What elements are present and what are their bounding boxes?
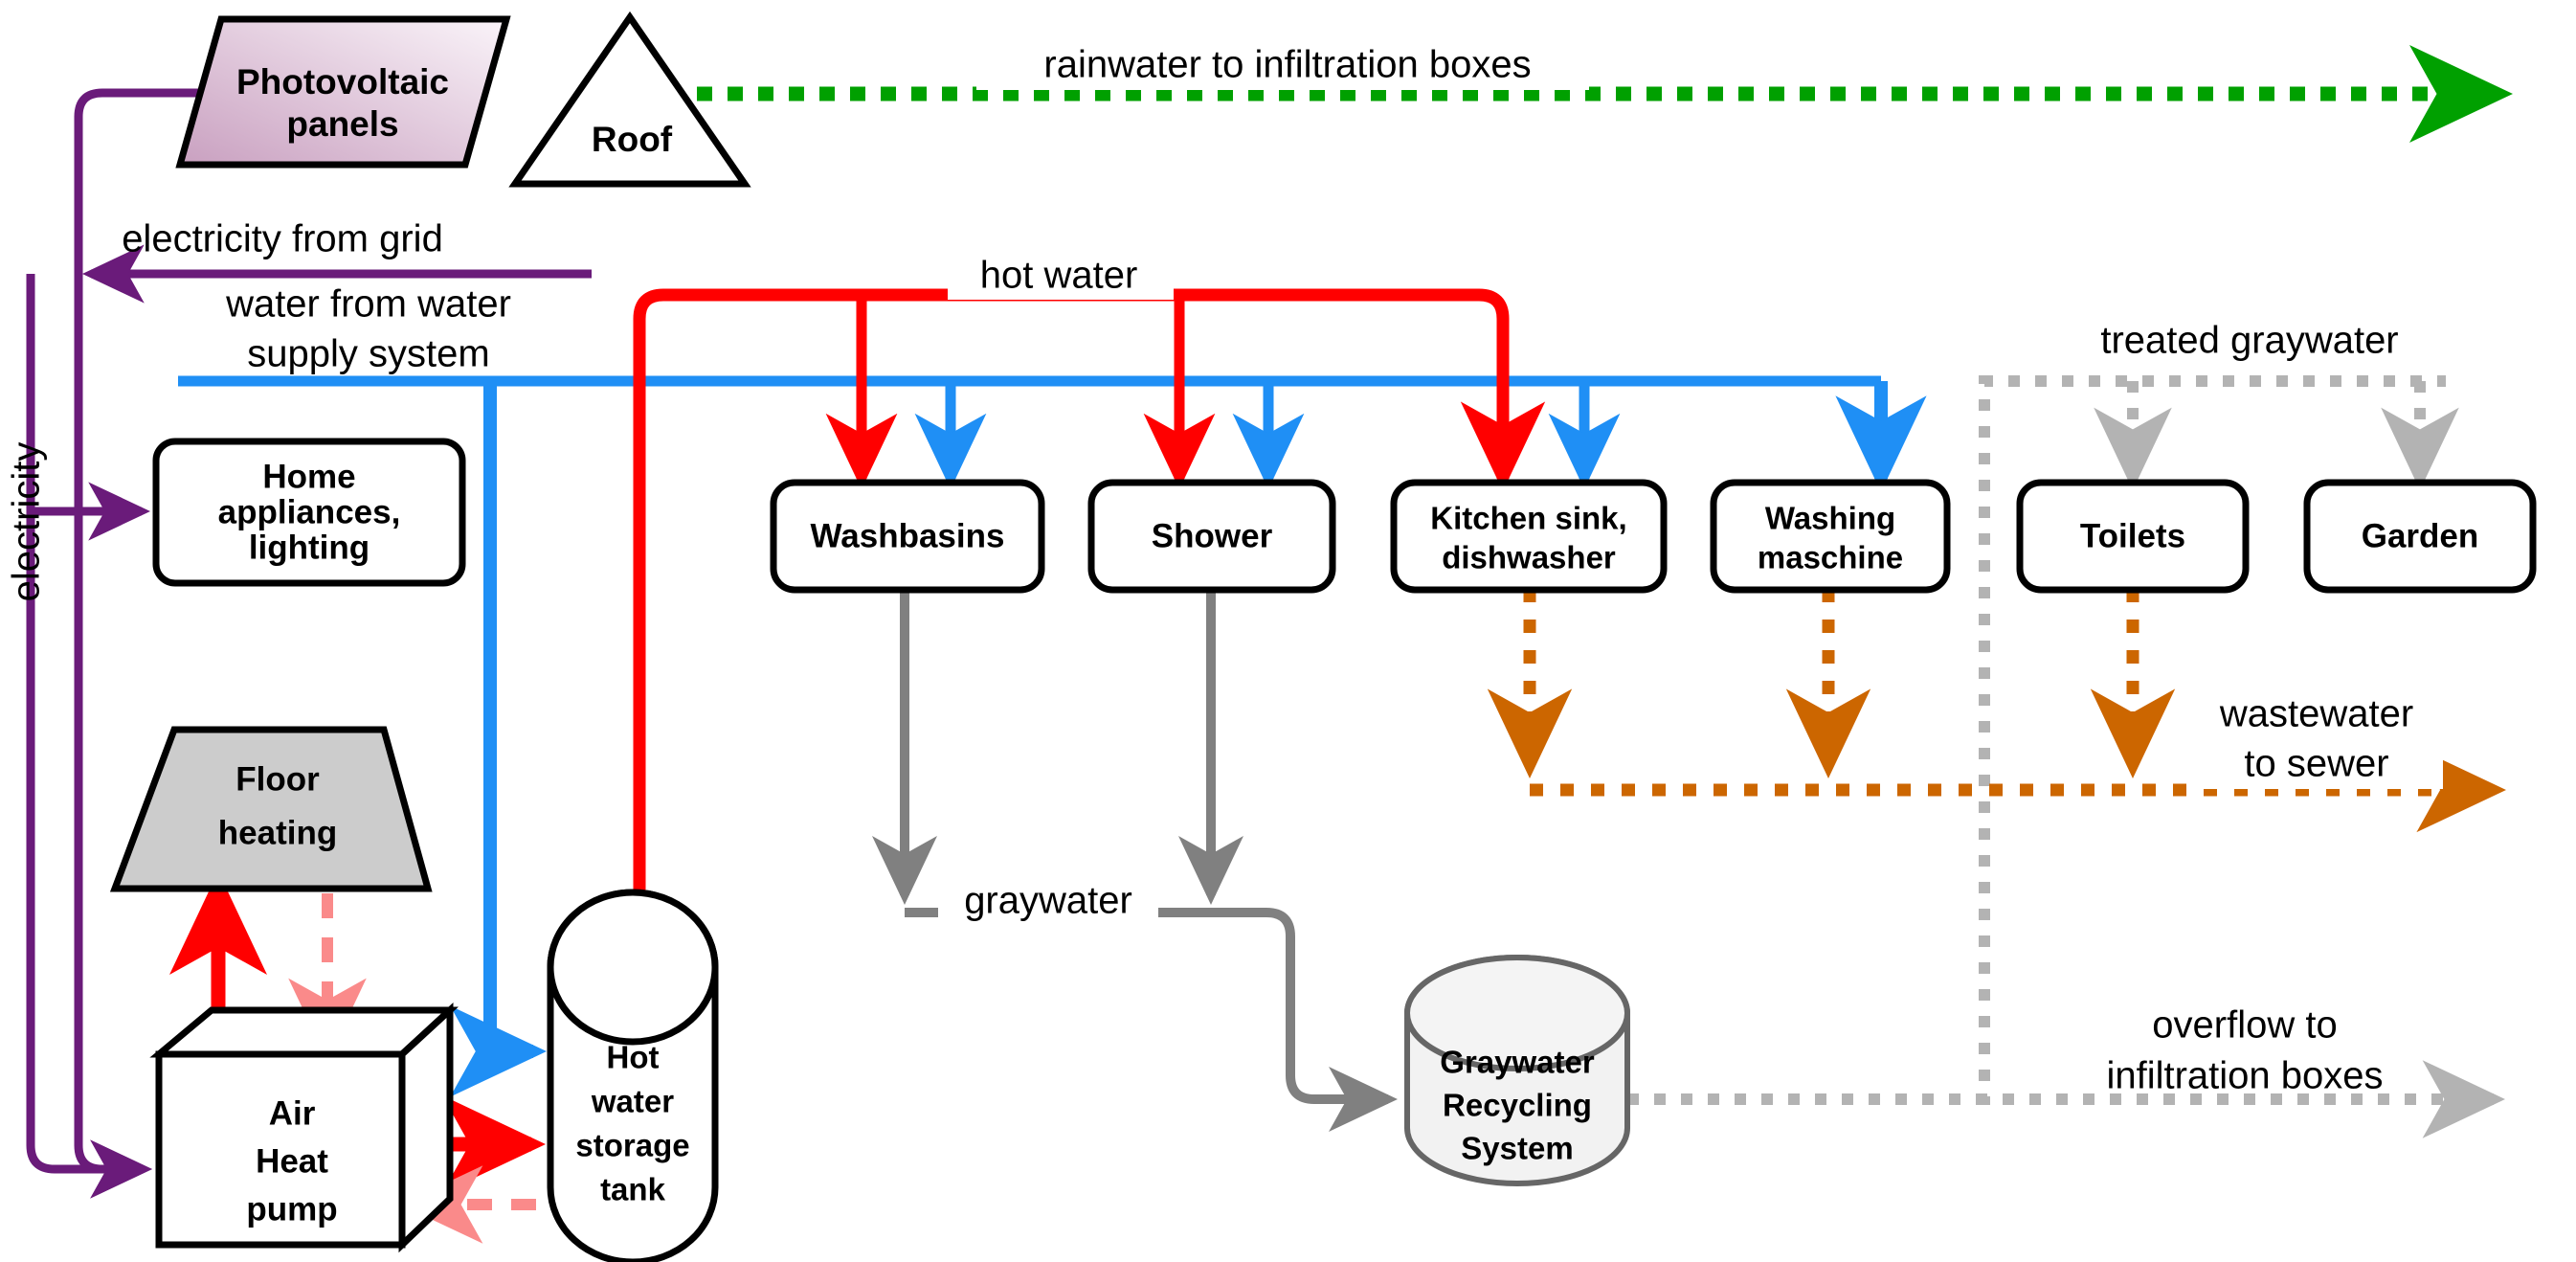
overflow-label-line1: overflow to — [2152, 1004, 2337, 1047]
water-supply-label-line1: water from water — [225, 283, 511, 326]
shower-label: Shower — [1152, 517, 1273, 554]
graywater-system-label-line3: System — [1461, 1131, 1573, 1166]
flow-diagram-svg: Photovoltaic panels Roof Home appliances… — [6, 11, 2537, 1262]
kitchen-sink-label-line1: Kitchen sink, — [1430, 501, 1626, 536]
photovoltaic-label-line2: panels — [286, 104, 398, 144]
node-graywater-recycling-system[interactable]: Graywater Recycling System — [1404, 955, 1630, 1186]
water-supply-label-line2: supply system — [247, 333, 489, 375]
wastewater-label-line2: to sewer — [2244, 743, 2388, 785]
washing-machine-label-line2: maschine — [1758, 540, 1903, 575]
home-appliances-label-line3: lighting — [249, 529, 370, 566]
node-hot-water-storage-tank[interactable]: Hot water storage tank — [547, 889, 719, 1262]
label-water-supply: water from water supply system — [225, 283, 511, 375]
electricity-vertical-label: electricity — [6, 442, 48, 602]
label-hot-water: hot water — [948, 255, 1174, 300]
node-washing-machine[interactable]: Washing maschine — [1710, 479, 1951, 594]
edge-graywater — [872, 589, 1399, 1132]
washbasins-label: Washbasins — [811, 517, 1005, 554]
graywater-system-label-line2: Recycling — [1443, 1088, 1592, 1123]
node-shower[interactable]: Shower — [1087, 479, 1336, 594]
node-floor-heating[interactable]: Floor heating — [109, 726, 433, 892]
tank-label-line2: water — [591, 1084, 674, 1119]
garden-label: Garden — [2362, 517, 2479, 554]
label-treated-graywater: treated graywater — [2039, 320, 2460, 364]
diagram-canvas: Photovoltaic panels Roof Home appliances… — [0, 0, 2576, 1262]
node-home-appliances[interactable]: Home appliances, lighting — [152, 438, 466, 587]
toilets-label: Toilets — [2080, 517, 2185, 554]
electricity-from-grid-label: electricity from grid — [122, 218, 443, 260]
rainwater-label: rainwater to infiltration boxes — [1043, 44, 1531, 86]
node-air-heat-pump[interactable]: Air Heat pump — [149, 1003, 459, 1253]
photovoltaic-label-line1: Photovoltaic — [236, 62, 449, 101]
heat-pump-label-line2: Heat — [256, 1142, 328, 1180]
label-overflow: overflow to infiltration boxes — [2106, 1004, 2383, 1097]
label-wastewater: wastewater to sewer — [2192, 693, 2443, 789]
treated-graywater-label: treated graywater — [2100, 320, 2398, 362]
graywater-label: graywater — [964, 880, 1132, 922]
home-appliances-label-line2: appliances, — [218, 493, 401, 530]
heat-pump-label-line3: pump — [246, 1190, 337, 1228]
tank-label-line4: tank — [600, 1172, 666, 1207]
wastewater-label-line1: wastewater — [2219, 693, 2413, 735]
hot-water-label: hot water — [980, 255, 1138, 297]
label-rainwater: rainwater to infiltration boxes — [976, 44, 1589, 90]
label-electricity-from-grid: electricity from grid — [122, 218, 443, 260]
tank-label-line1: Hot — [607, 1040, 660, 1075]
floor-heating-label-line1: Floor — [235, 760, 320, 798]
node-kitchen-sink[interactable]: Kitchen sink, dishwasher — [1390, 479, 1668, 594]
roof-label: Roof — [592, 120, 673, 159]
node-washbasins[interactable]: Washbasins — [770, 479, 1045, 594]
node-toilets[interactable]: Toilets — [2016, 479, 2250, 594]
node-garden[interactable]: Garden — [2303, 479, 2537, 594]
kitchen-sink-label-line2: dishwasher — [1442, 540, 1616, 575]
tank-label-line3: storage — [575, 1128, 689, 1163]
label-graywater: graywater — [938, 880, 1158, 924]
heat-pump-label-line1: Air — [269, 1094, 316, 1132]
label-electricity-vertical: electricity — [6, 442, 48, 602]
graywater-system-label-line1: Graywater — [1440, 1045, 1595, 1080]
overflow-label-line2: infiltration boxes — [2106, 1055, 2383, 1097]
floor-heating-label-line2: heating — [218, 814, 337, 851]
washing-machine-label-line1: Washing — [1765, 501, 1895, 536]
home-appliances-label-line1: Home — [262, 458, 355, 495]
node-photovoltaic-panels[interactable]: Photovoltaic panels — [175, 15, 511, 169]
